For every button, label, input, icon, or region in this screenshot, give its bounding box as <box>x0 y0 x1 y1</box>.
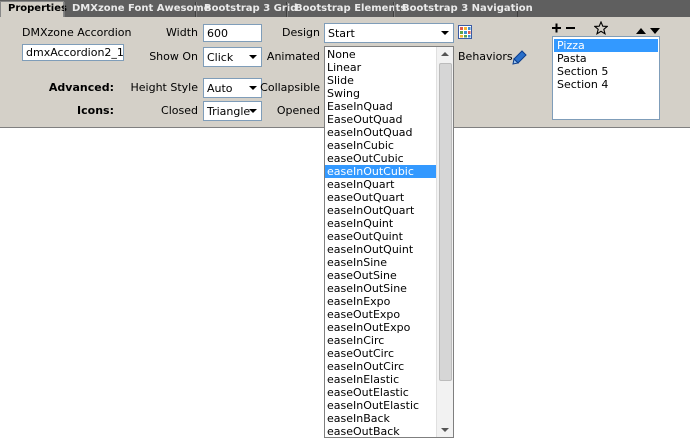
easing-option[interactable]: easeOutBack <box>325 425 437 437</box>
scroll-down-icon[interactable] <box>437 423 453 437</box>
easing-option[interactable]: easeInQuint <box>325 217 437 230</box>
minus-icon[interactable] <box>566 23 576 36</box>
dropdown-scrollbar[interactable] <box>436 47 453 437</box>
width-input[interactable]: 600 <box>203 24 262 42</box>
easing-option[interactable]: easeInQuart <box>325 178 437 191</box>
easing-option[interactable]: easeInSine <box>325 256 437 269</box>
easing-option[interactable]: easeInOutQuad <box>325 126 437 139</box>
easing-option[interactable]: easeInOutCirc <box>325 360 437 373</box>
easing-option[interactable]: easeInOutSine <box>325 282 437 295</box>
closed-icon-select-value: Triangle <box>207 105 251 118</box>
easing-option[interactable]: easeInBack <box>325 412 437 425</box>
easing-option[interactable]: easeInOutExpo <box>325 321 437 334</box>
tab-properties[interactable]: Properties <box>0 1 67 17</box>
easing-option[interactable]: easeOutCubic <box>325 152 437 165</box>
sections-listbox[interactable]: Pizza Pasta Section 5 Section 4 <box>552 36 660 120</box>
easing-option[interactable]: Linear <box>325 61 437 74</box>
component-title: DMXzone Accordion <box>22 26 132 39</box>
tab-bootstrap-3-grid[interactable]: Bootstrap 3 Grid <box>196 2 297 17</box>
section-item[interactable]: Section 4 <box>554 78 658 91</box>
easing-option[interactable]: Slide <box>325 74 437 87</box>
component-id-field[interactable]: dmxAccordion2_1 <box>22 44 124 61</box>
easing-option[interactable]: easeInCubic <box>325 139 437 152</box>
design-select-value: Start <box>328 27 355 40</box>
height-style-label: Height Style <box>130 81 199 94</box>
easing-option[interactable]: easeInCirc <box>325 334 437 347</box>
show-on-select[interactable]: Click <box>203 47 262 67</box>
behaviors-pencil-icon[interactable] <box>511 47 529 68</box>
chevron-down-icon[interactable] <box>245 49 260 65</box>
closed-label: Closed <box>161 104 198 117</box>
show-on-label: Show On <box>149 50 198 63</box>
easing-option[interactable]: Swing <box>325 87 437 100</box>
chevron-down-icon[interactable] <box>245 103 260 119</box>
easing-option[interactable]: easeOutExpo <box>325 308 437 321</box>
easing-option[interactable]: easeInElastic <box>325 373 437 386</box>
height-style-select-value: Auto <box>207 82 233 95</box>
section-item[interactable]: Pizza <box>554 39 658 52</box>
easing-options-list: None Linear Slide Swing EaseInQuad EaseOutQua… <box>325 48 437 437</box>
collapsible-label: Collapsible <box>260 81 320 94</box>
easing-option[interactable]: easeOutCirc <box>325 347 437 360</box>
section-item[interactable]: Section 5 <box>554 65 658 78</box>
tab-dmxzone-font-awesome[interactable]: DMXzone Font Awesome <box>64 2 211 17</box>
easing-option[interactable]: EaseOutQuad <box>325 113 437 126</box>
easing-option[interactable]: easeInOutQuart <box>325 204 437 217</box>
easing-option[interactable]: easeInExpo <box>325 295 437 308</box>
easing-option[interactable]: easeInOutCubic <box>325 165 437 178</box>
scroll-up-icon[interactable] <box>437 47 453 61</box>
design-select[interactable]: Start <box>324 23 454 43</box>
easing-option[interactable]: None <box>325 48 437 61</box>
plus-icon[interactable] <box>552 23 562 36</box>
sections-list: Pizza Pasta Section 5 Section 4 <box>553 37 659 91</box>
icons-heading: Icons: <box>77 104 114 117</box>
animated-easing-dropdown[interactable]: None Linear Slide Swing EaseInQuad EaseOutQua… <box>324 46 454 438</box>
design-label: Design <box>282 26 320 39</box>
easing-option[interactable]: easeOutElastic <box>325 386 437 399</box>
easing-option[interactable]: easeOutSine <box>325 269 437 282</box>
panel-tab-bar: Properties DMXzone Font Awesome Bootstra… <box>0 0 690 17</box>
scrollbar-thumb[interactable] <box>439 63 452 381</box>
easing-option[interactable]: easeOutQuart <box>325 191 437 204</box>
easing-option[interactable]: easeInOutQuint <box>325 243 437 256</box>
opened-label: Opened <box>276 104 320 117</box>
easing-option[interactable]: easeInOutElastic <box>325 399 437 412</box>
advanced-heading: Advanced: <box>48 81 114 94</box>
easing-option[interactable]: easeOutQuint <box>325 230 437 243</box>
tab-bootstrap-3-navigation[interactable]: Bootstrap 3 Navigation <box>394 2 533 17</box>
easing-option[interactable]: EaseInQuad <box>325 100 437 113</box>
chevron-down-icon[interactable] <box>437 25 452 41</box>
tab-bootstrap-elements[interactable]: Bootstrap Elements <box>287 2 406 17</box>
closed-icon-select[interactable]: Triangle <box>203 101 262 121</box>
design-grid-icon[interactable] <box>458 25 472 42</box>
show-on-select-value: Click <box>207 51 234 64</box>
animated-label: Animated <box>266 50 320 63</box>
behaviors-label: Behaviors <box>458 50 513 63</box>
width-label: Width <box>166 26 198 39</box>
section-item[interactable]: Pasta <box>554 52 658 65</box>
